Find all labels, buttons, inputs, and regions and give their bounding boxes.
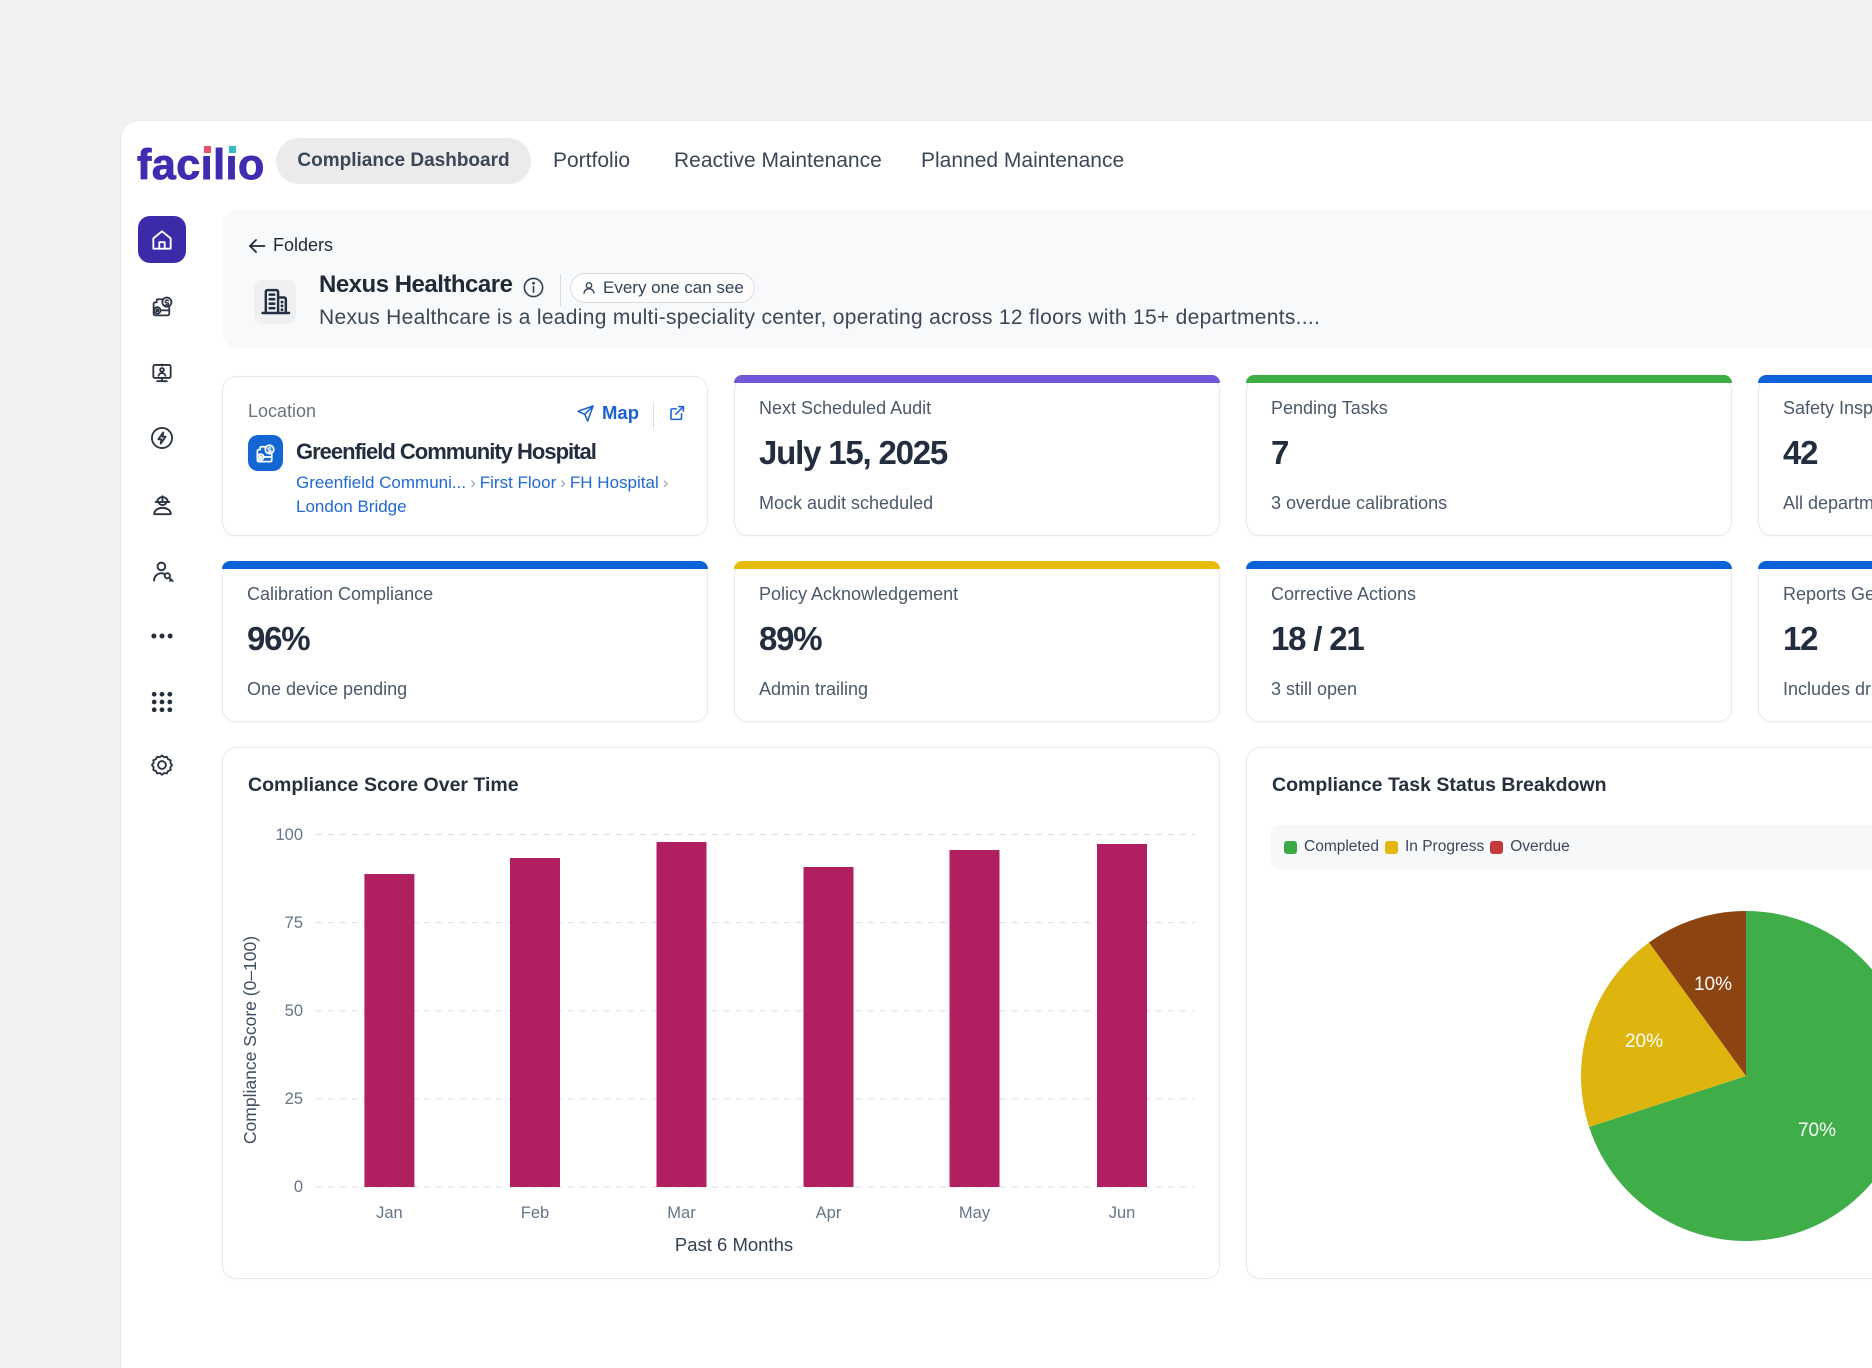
svg-text:20%: 20% — [1625, 1031, 1663, 1052]
svg-text:Apr: Apr — [816, 1204, 842, 1222]
svg-text:Mar: Mar — [667, 1204, 696, 1222]
svg-text:Compliance Score (0–100): Compliance Score (0–100) — [240, 936, 260, 1144]
svg-text:Past 6 Months: Past 6 Months — [675, 1234, 793, 1255]
svg-text:75: 75 — [285, 914, 303, 932]
svg-text:Jun: Jun — [1109, 1204, 1136, 1222]
svg-text:70%: 70% — [1798, 1120, 1836, 1141]
svg-text:Feb: Feb — [521, 1204, 549, 1222]
svg-text:100: 100 — [275, 826, 303, 844]
svg-text:0: 0 — [294, 1178, 303, 1196]
svg-text:25: 25 — [285, 1090, 303, 1108]
svg-text:May: May — [959, 1204, 991, 1222]
svg-text:50: 50 — [285, 1002, 303, 1020]
svg-text:10%: 10% — [1694, 974, 1732, 995]
svg-text:Jan: Jan — [376, 1204, 403, 1222]
